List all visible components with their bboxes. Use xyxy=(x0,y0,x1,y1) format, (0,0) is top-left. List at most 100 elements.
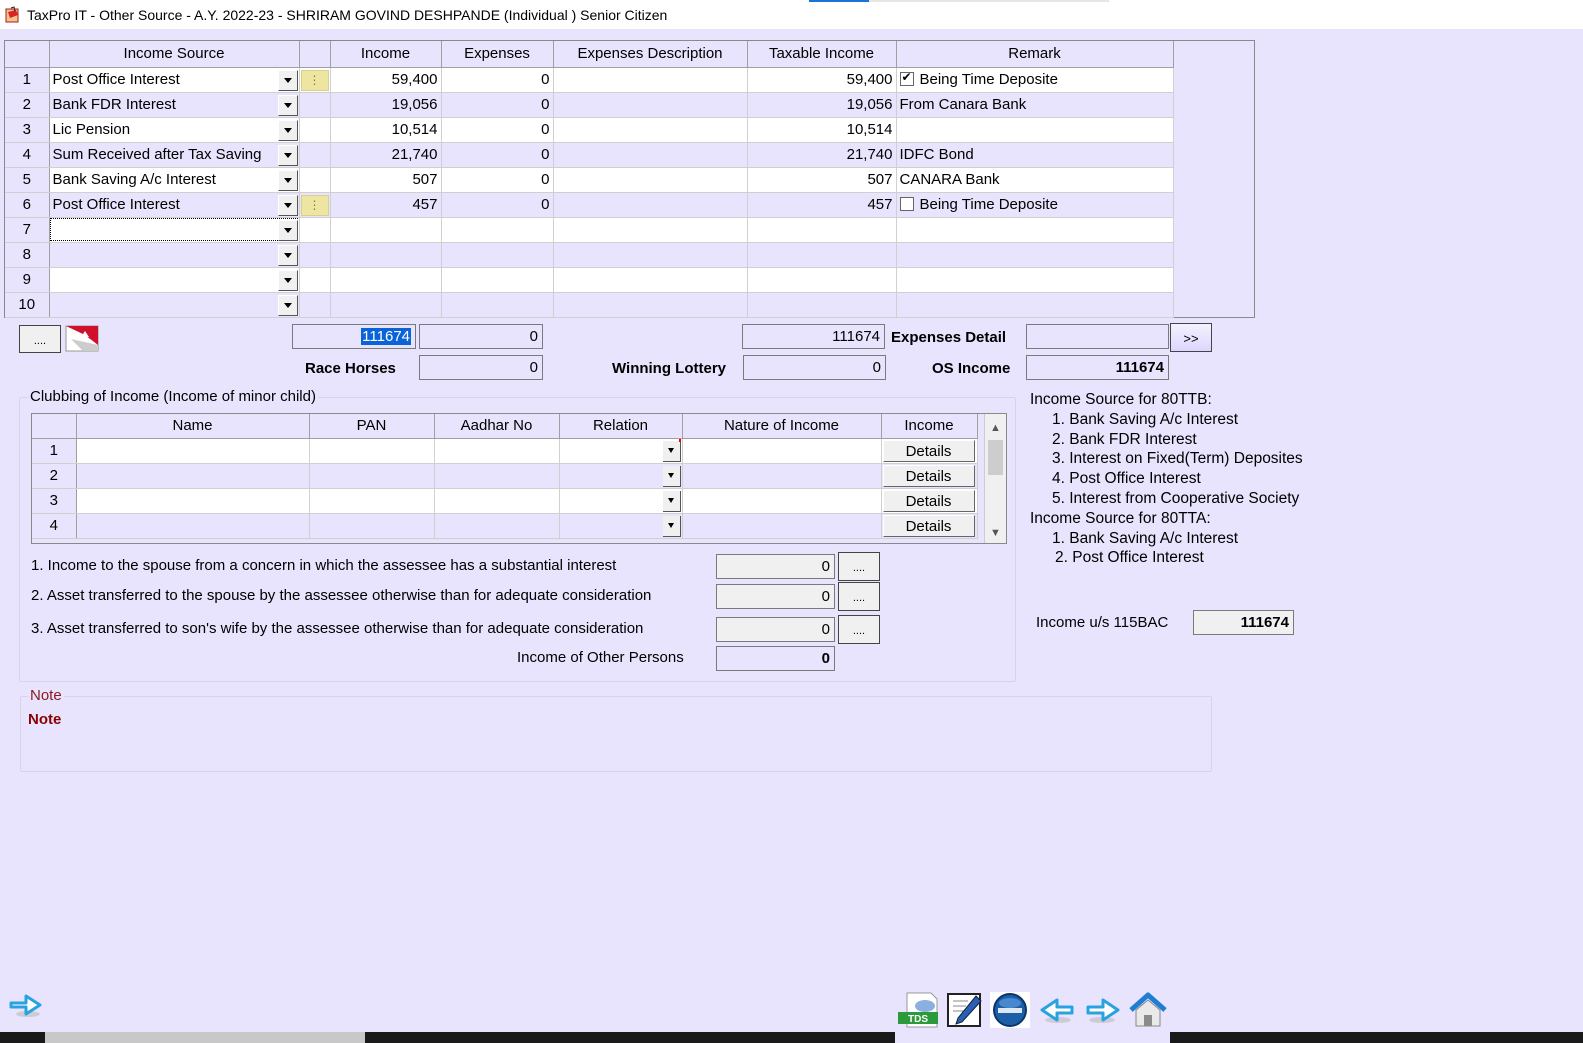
income-cell[interactable]: 10,514 xyxy=(330,117,442,143)
remark-cell[interactable] xyxy=(896,217,1174,243)
income-row[interactable]: 1Post Office Interest⋮59,400059,400Being… xyxy=(5,67,1174,93)
expenses-description-cell[interactable] xyxy=(553,217,748,243)
edit-document-icon[interactable] xyxy=(946,992,984,1028)
name-cell[interactable] xyxy=(76,438,310,464)
income-source-select[interactable]: Bank FDR Interest xyxy=(49,92,300,118)
expenses-cell[interactable] xyxy=(441,292,554,318)
time-deposit-checkbox[interactable] xyxy=(899,196,914,211)
income-cell[interactable]: 507 xyxy=(330,167,442,193)
expenses-description-cell[interactable] xyxy=(553,92,748,118)
clubbing-col-nature-of-income[interactable]: Nature of Income xyxy=(682,414,882,439)
income-details-button[interactable]: Details xyxy=(882,464,975,487)
income-details-button[interactable]: Details xyxy=(882,514,975,537)
clubbing-row[interactable]: 3 Details xyxy=(32,488,978,514)
pan-cell[interactable] xyxy=(309,463,435,489)
clubbing-item-button[interactable]: .... xyxy=(838,615,880,644)
relation-select[interactable] xyxy=(559,488,683,514)
clubbing-item-field[interactable]: 0 xyxy=(716,617,835,642)
row-detail-button[interactable]: ⋮ xyxy=(300,195,329,216)
pan-cell[interactable] xyxy=(309,488,435,514)
expenses-description-cell[interactable] xyxy=(553,267,748,293)
expenses-cell[interactable]: 0 xyxy=(441,117,554,143)
remark-cell[interactable] xyxy=(896,242,1174,268)
nature-of-income-cell[interactable] xyxy=(682,513,882,539)
nature-of-income-cell[interactable] xyxy=(682,488,882,514)
race-horses-field[interactable]: 0 xyxy=(419,355,543,380)
expenses-detail-field[interactable] xyxy=(1026,324,1169,349)
chevron-down-icon[interactable] xyxy=(277,269,298,291)
income-row[interactable]: 3 Lic Pension 10,514 0 10,514 xyxy=(5,117,1174,143)
remark-cell[interactable] xyxy=(896,292,1174,318)
row-detail-button[interactable]: ⋮ xyxy=(300,70,329,91)
clubbing-item-button[interactable]: .... xyxy=(838,552,880,581)
remark-cell[interactable]: From Canara Bank xyxy=(896,92,1174,118)
chevron-down-icon[interactable] xyxy=(662,440,681,462)
income-row[interactable]: 4 Sum Received after Tax Saving 21,740 0 21,… xyxy=(5,142,1174,168)
aadhar-cell[interactable] xyxy=(434,513,560,539)
income-source-select[interactable]: Post Office Interest xyxy=(49,67,300,93)
nature-of-income-cell[interactable] xyxy=(682,463,882,489)
income-details-button[interactable]: Details xyxy=(882,489,975,512)
col-header-expenses[interactable]: Expenses xyxy=(441,41,554,68)
os-income-field[interactable]: 111674 xyxy=(1026,355,1169,380)
remark-cell[interactable] xyxy=(896,267,1174,293)
col-header-income[interactable]: Income xyxy=(330,41,442,68)
income-cell[interactable] xyxy=(330,217,442,243)
col-header-income-source[interactable]: Income Source xyxy=(49,41,300,68)
income-row[interactable]: 5 Bank Saving A/c Interest 507 0 507 CANARA B… xyxy=(5,167,1174,193)
name-cell[interactable] xyxy=(76,488,310,514)
expenses-cell[interactable]: 0 xyxy=(441,142,554,168)
income-source-select[interactable] xyxy=(49,267,300,293)
clubbing-item-field[interactable]: 0 xyxy=(716,554,835,579)
scroll-thumb[interactable] xyxy=(988,440,1003,475)
income-source-select[interactable]: Bank Saving A/c Interest xyxy=(49,167,300,193)
chevron-down-icon[interactable] xyxy=(662,490,681,512)
total-taxable-field[interactable]: 111674 xyxy=(742,324,885,349)
expenses-cell[interactable]: 0 xyxy=(441,167,554,193)
time-deposit-checkbox[interactable] xyxy=(899,70,914,86)
forward-arrow-icon[interactable] xyxy=(1084,995,1122,1025)
income-cell[interactable]: 19,056 xyxy=(330,92,442,118)
relation-select[interactable] xyxy=(559,513,683,539)
pan-cell[interactable] xyxy=(309,438,435,464)
expenses-cell[interactable]: 0 xyxy=(441,92,554,118)
income-cell[interactable] xyxy=(330,292,442,318)
income-source-select[interactable] xyxy=(49,242,300,268)
name-cell[interactable] xyxy=(76,513,310,539)
clubbing-row[interactable]: 1 Details xyxy=(32,438,978,464)
income-source-select[interactable] xyxy=(49,217,300,243)
aadhar-cell[interactable] xyxy=(434,463,560,489)
remark-cell[interactable]: Being Time Deposite xyxy=(896,67,1174,93)
efiling-icon[interactable] xyxy=(990,992,1030,1028)
income-details-button[interactable]: Details xyxy=(882,439,975,462)
clubbing-item-button[interactable]: .... xyxy=(838,582,880,611)
clubbing-row[interactable]: 4 Details xyxy=(32,513,978,539)
chevron-down-icon[interactable] xyxy=(662,515,681,537)
more-options-button[interactable]: .... xyxy=(19,325,61,353)
income-115bac-field[interactable]: 111674 xyxy=(1193,610,1294,635)
income-cell[interactable]: 457 xyxy=(330,192,442,218)
name-cell[interactable] xyxy=(76,463,310,489)
expenses-cell[interactable]: 0 xyxy=(441,192,554,218)
col-header-remark[interactable]: Remark xyxy=(896,41,1174,68)
total-expenses-field[interactable]: 0 xyxy=(419,324,543,349)
income-row[interactable]: 10 xyxy=(5,292,1174,318)
chevron-down-icon[interactable] xyxy=(277,94,298,116)
chevron-down-icon[interactable] xyxy=(277,169,298,191)
total-income-field[interactable]: 111674 xyxy=(292,324,416,349)
back-arrow-icon[interactable] xyxy=(1038,995,1076,1025)
export-icon[interactable] xyxy=(65,325,99,352)
scroll-up-icon[interactable]: ▲ xyxy=(985,418,1006,438)
col-header-expenses-description[interactable]: Expenses Description xyxy=(553,41,748,68)
expenses-description-cell[interactable] xyxy=(553,142,748,168)
chevron-down-icon[interactable] xyxy=(662,465,681,487)
tds-icon[interactable]: TDS xyxy=(897,992,939,1028)
income-row[interactable]: 8 xyxy=(5,242,1174,268)
expenses-cell[interactable] xyxy=(441,217,554,243)
clubbing-col-income[interactable]: Income xyxy=(881,414,978,439)
clubbing-item-field[interactable]: 0 xyxy=(716,584,835,609)
expenses-description-cell[interactable] xyxy=(553,292,748,318)
chevron-down-icon[interactable] xyxy=(277,194,298,216)
remark-cell[interactable]: IDFC Bond xyxy=(896,142,1174,168)
clubbing-col-name[interactable]: Name xyxy=(76,414,310,439)
